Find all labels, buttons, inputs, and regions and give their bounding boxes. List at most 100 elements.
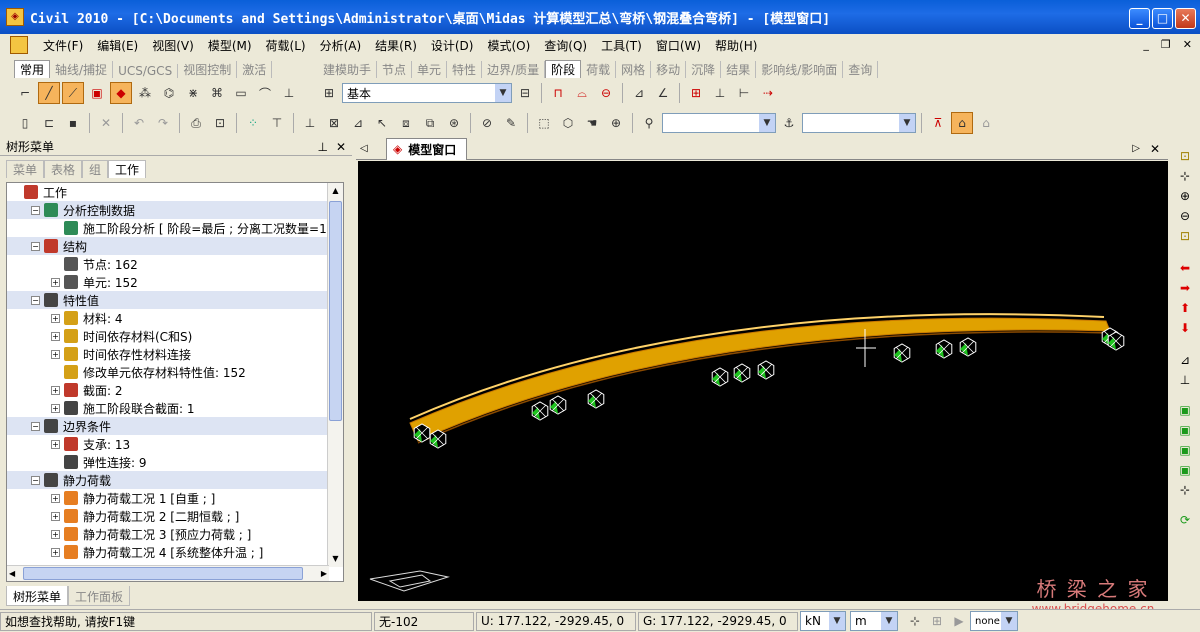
composite-icon[interactable]: ⊞ [685,82,707,104]
stage-define-icon[interactable]: ⊟ [514,82,536,104]
tree-item[interactable]: + 施工阶段联合截面: 1 [7,399,343,417]
model-window-close-icon[interactable]: ✕ [1150,142,1160,156]
minimize-button[interactable]: _ [1129,8,1150,29]
zoom-in-icon[interactable]: ⊕ [1177,188,1193,204]
rotate-icon[interactable]: ⊿ [347,112,369,134]
tab-query[interactable]: 查询 [843,61,879,78]
tab-boundary-mass[interactable]: 边界/质量 [482,61,546,78]
dropdown-arrow-icon[interactable]: ▼ [881,612,897,630]
document-icon[interactable] [10,36,28,54]
zoom-fit-icon[interactable]: ⊡ [1177,148,1193,164]
tree-item[interactable]: + 静力荷载工况 1 [自重 ; ] [7,489,343,507]
support-stage-icon[interactable]: ⊥ [709,82,731,104]
measure-icon[interactable]: ✎ [500,112,522,134]
stage-load-icon[interactable]: ⊓ [547,82,569,104]
panel-tab-work[interactable]: 工作 [108,160,147,178]
menu-tools[interactable]: 工具(T) [594,37,649,54]
box-select-icon[interactable]: ▣ [86,82,108,104]
panel-tab-menu[interactable]: 菜单 [6,160,45,178]
tree-item[interactable]: − 结构 [7,237,343,255]
expand-icon[interactable]: + [51,511,60,521]
tree-item[interactable]: − 静力荷载 [7,471,343,489]
scroll-up-icon[interactable]: ▲ [328,183,343,199]
select-window-icon[interactable]: ⬚ [533,112,555,134]
redo-icon[interactable]: ↷ [152,112,174,134]
expand-icon[interactable]: + [51,439,60,449]
tree-item[interactable]: + 截面: 2 [7,381,343,399]
tree-item[interactable]: − 边界条件 [7,417,343,435]
filter-select-2[interactable]: ▼ [802,113,916,133]
pointer-icon[interactable]: ↖ [371,112,393,134]
tendon-icon[interactable]: ⊢ [733,82,755,104]
mdi-minimize-icon[interactable]: _ [1143,38,1149,51]
zoom-out-icon[interactable]: ⊖ [1177,208,1193,224]
unlock-icon[interactable]: ⌂ [951,112,973,134]
tree-item[interactable]: + 时间依存性材料连接 [7,345,343,363]
dropdown-arrow-icon[interactable]: ▼ [829,612,845,630]
shrink-icon[interactable]: ⊥ [299,112,321,134]
tab-activate[interactable]: 激活 [237,61,273,78]
panel-tab-table[interactable]: 表格 [44,160,83,178]
tree-item[interactable]: + 静力荷载工况 2 [二期恒载 ; ] [7,507,343,525]
zoom-window-icon[interactable]: ⊠ [323,112,345,134]
group-icon[interactable]: ⁘ [242,112,264,134]
display-icon[interactable]: ▭ [230,82,252,104]
pin-icon[interactable]: ⊥ [317,140,327,154]
view-iso-icon[interactable]: ▣ [1177,462,1193,478]
node-icon[interactable]: ⁂ [134,82,156,104]
bottom-tab-work-panel[interactable]: 工作面板 [68,586,131,606]
stage-chart-icon[interactable]: ∠ [652,82,674,104]
collapse-icon[interactable]: − [31,295,40,305]
app-icon[interactable]: ◈ [6,8,24,26]
end-select[interactable]: none ▼ [970,611,1018,631]
view-top-icon[interactable]: ▣ [1177,422,1193,438]
node-edit-icon[interactable]: ⌬ [158,82,180,104]
mdi-close-icon[interactable]: ✕ [1183,38,1192,51]
pan-down-icon[interactable]: ⬇ [1177,320,1193,336]
force-unit-select[interactable]: kN ▼ [800,611,846,631]
tab-scroll-right-icon[interactable]: ▷ [1132,143,1140,154]
tab-ucs-gcs[interactable]: UCS/GCS [113,64,179,78]
expand-icon[interactable]: + [51,277,60,287]
stage-select[interactable]: 基本 ▼ [342,83,512,103]
menu-view[interactable]: 视图(V) [145,37,201,54]
menu-help[interactable]: 帮助(H) [708,37,764,54]
iso-view-icon[interactable]: ⊿ [1177,352,1193,368]
tab-scroll-left-icon[interactable]: ◁ [360,143,368,154]
tab-mesh[interactable]: 网格 [616,61,652,78]
menu-load[interactable]: 荷载(L) [259,37,313,54]
grid-snap-icon[interactable]: ⊞ [926,610,948,632]
select-all-icon[interactable]: ⊕ [605,112,627,134]
zoom-all-icon[interactable]: ⊡ [1177,228,1193,244]
expand-icon[interactable]: + [51,313,60,323]
panel-tab-group[interactable]: 组 [82,160,109,178]
pan-left-icon[interactable]: ⬅ [1177,260,1193,276]
length-unit-select[interactable]: m ▼ [850,611,898,631]
filter-select-1[interactable]: ▼ [662,113,776,133]
filter-icon[interactable]: ⚲ [638,112,660,134]
zoom-window-icon[interactable]: ⊹ [1177,168,1193,184]
expand-icon[interactable]: + [51,547,60,557]
tab-influence[interactable]: 影响线/影响面 [756,61,844,78]
tree-item[interactable]: + 支承: 13 [7,435,343,453]
menu-analysis[interactable]: 分析(A) [313,37,369,54]
collapse-icon[interactable]: − [31,475,40,485]
undo-icon[interactable]: ↶ [128,112,150,134]
view-side-icon[interactable]: ▣ [1177,442,1193,458]
scroll-left-icon[interactable]: ◀ [9,566,15,581]
panel-close-icon[interactable]: ✕ [336,140,346,154]
play-icon[interactable]: ▶ [948,610,970,632]
menu-model[interactable]: 模型(M) [201,37,259,54]
tab-view-control[interactable]: 视图控制 [178,61,238,78]
menu-file[interactable]: 文件(F) [36,37,90,54]
menu-results[interactable]: 结果(R) [368,37,424,54]
tree-item[interactable]: 工作 [7,183,343,201]
close-file-icon[interactable]: ✕ [95,112,117,134]
lock-icon[interactable]: ⌂ [975,112,997,134]
dropdown-arrow-icon[interactable]: ▼ [1001,612,1017,630]
expand-icon[interactable]: + [51,493,60,503]
save-icon[interactable]: ▪ [62,112,84,134]
print-preview-icon[interactable]: ⊡ [209,112,231,134]
pan-up-icon[interactable]: ⬆ [1177,300,1193,316]
scroll-down-icon[interactable]: ▼ [328,551,343,567]
